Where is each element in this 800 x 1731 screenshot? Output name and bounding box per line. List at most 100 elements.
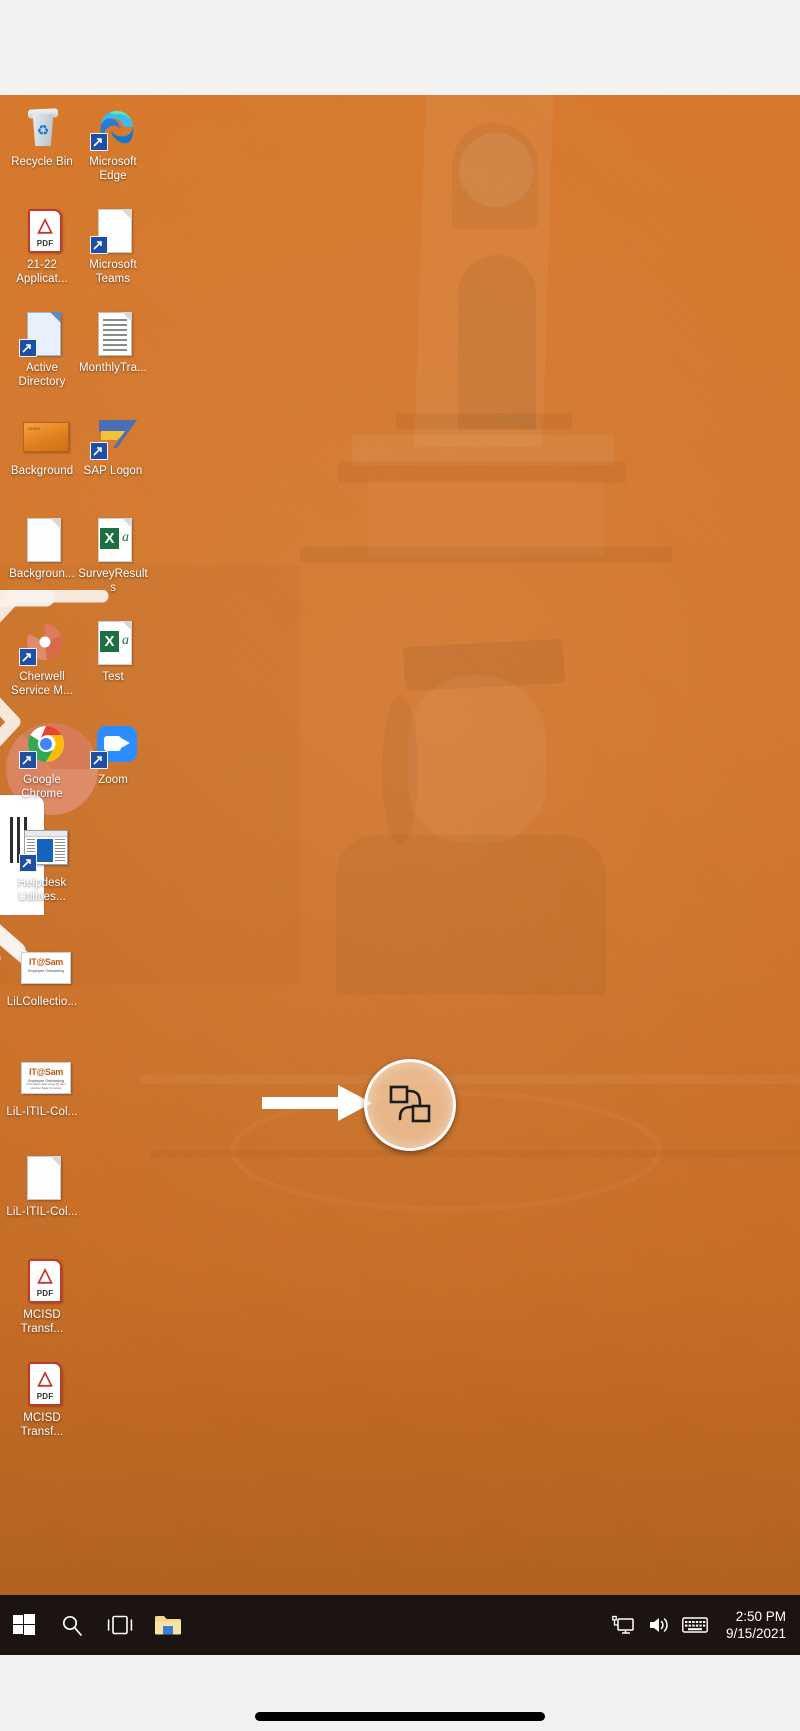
icon-label: Background: [10, 465, 74, 477]
windows-taskbar[interactable]: 2:50 PM 9/15/2021: [0, 1595, 800, 1655]
shortcut-badge-icon: [19, 648, 37, 666]
pdf-file-icon: △ PDF: [19, 208, 65, 254]
windows-desktop[interactable]: ♻ Recycle Bin Microsoft Edge △ PDF 21-22…: [0, 95, 800, 1595]
wallpaper-tower-arch: [452, 123, 538, 229]
desktop-icon-test[interactable]: Xa Test: [77, 620, 149, 685]
desktop-icon-lil-itil-collection-1[interactable]: IT@Sam Employee Onboarding Information T…: [6, 1055, 78, 1120]
keyboard-tray-icon[interactable]: [682, 1612, 708, 1638]
desktop-icon-sap-logon[interactable]: SAP Logon: [77, 414, 149, 479]
sap-logon-icon: [90, 414, 137, 460]
wallpaper-graduation-cap: [402, 638, 566, 692]
wallpaper-graduate-face: [408, 675, 546, 843]
phone-status-strip: [0, 0, 800, 95]
keyboard-icon: [682, 1617, 708, 1633]
wallpaper-bottom-shade: [0, 1275, 800, 1595]
itsam-sub: Employee Onboarding: [28, 969, 64, 973]
desktop-icon-lil-collection[interactable]: IT@Sam Employee Onboarding LiLCollectio.…: [6, 945, 78, 1010]
shortcut-badge-icon: [90, 751, 108, 769]
task-view-switch-icon: [389, 1085, 431, 1123]
desktop-icon-background-image[interactable]: SHSU Background: [6, 414, 78, 479]
shortcut-badge-icon: [19, 751, 37, 769]
windows-logo-icon: [13, 1614, 35, 1635]
shortcut-badge-icon: [90, 236, 108, 254]
desktop-icon-zoom[interactable]: Zoom: [77, 723, 149, 788]
wallpaper-ledge: [300, 547, 672, 563]
taskbar-buttons: [0, 1595, 192, 1655]
icon-label: MonthlyTra...: [79, 362, 147, 374]
desktop-icon-microsoft-teams[interactable]: Microsoft Teams: [77, 208, 149, 286]
desktop-icon-cherwell-service-management[interactable]: Cherwell Service M...: [6, 620, 78, 698]
taskbar-clock[interactable]: 2:50 PM 9/15/2021: [718, 1608, 796, 1642]
desktop-icon-active-directory[interactable]: Active Directory: [6, 311, 78, 389]
blue-document-icon: [19, 311, 65, 357]
wallpaper-tower-lower-arch: [458, 255, 536, 430]
google-chrome-icon: [19, 723, 65, 769]
monitor-network-icon: [612, 1615, 634, 1634]
icon-label: SAP Logon: [83, 465, 143, 477]
zoom-app-icon: [90, 723, 137, 769]
phone-screen: ♻ Recycle Bin Microsoft Edge △ PDF 21-22…: [0, 0, 800, 1731]
shortcut-badge-icon: [90, 442, 108, 460]
icon-label: Backgroun...: [9, 568, 75, 580]
start-button[interactable]: [0, 1595, 48, 1655]
wallpaper-cornice-2: [338, 461, 626, 483]
task-view-icon: [107, 1615, 133, 1635]
it-at-sam-icon: IT@Sam Employee Onboarding: [19, 945, 71, 991]
icon-label: LiLCollectio...: [6, 996, 78, 1008]
search-icon: [62, 1615, 82, 1636]
task-view-highlight-circle[interactable]: [364, 1059, 456, 1151]
desktop-icon-recycle-bin[interactable]: ♻ Recycle Bin: [6, 105, 78, 170]
desktop-icon-helpdesk-utilities[interactable]: Helpdesk Utilities...: [6, 826, 78, 904]
icon-label: LiL-ITIL-Col...: [6, 1106, 78, 1118]
volume-tray-icon[interactable]: [646, 1612, 672, 1638]
desktop-icon-lil-itil-collection-2[interactable]: LiL-ITIL-Col...: [6, 1155, 78, 1220]
desktop-icon-google-chrome[interactable]: Google Chrome: [6, 723, 78, 801]
icon-label: MCISD Transf...: [20, 1309, 64, 1335]
desktop-icon-background-doc[interactable]: Backgroun...: [6, 517, 78, 582]
search-button[interactable]: [48, 1595, 96, 1655]
network-tray-icon[interactable]: [610, 1612, 636, 1638]
helpdesk-window-icon: [19, 826, 68, 872]
pdf-file-icon: △ PDF: [19, 1361, 65, 1407]
icon-label: Recycle Bin: [11, 156, 73, 168]
wallpaper-face-shadow: [382, 695, 418, 845]
desktop-icon-microsoft-edge[interactable]: Microsoft Edge: [77, 105, 149, 183]
task-view-button[interactable]: [96, 1595, 144, 1655]
microsoft-edge-icon: [90, 105, 136, 151]
clock-date: 9/15/2021: [725, 1626, 786, 1641]
desktop-icon-mcisd-transcript-2[interactable]: △ PDF MCISD Transf...: [6, 1361, 78, 1439]
excel-file-icon: Xa: [90, 620, 136, 666]
pdf-file-icon: △ PDF: [19, 1258, 65, 1304]
excel-file-icon: Xa: [90, 517, 136, 563]
icon-label: Microsoft Teams: [89, 259, 137, 285]
desktop-icon-survey-results[interactable]: Xa SurveyResults: [77, 517, 149, 595]
wallpaper-railing-2: [150, 1150, 800, 1157]
itsam-brand: IT@Sam: [29, 957, 63, 967]
shortcut-badge-icon: [90, 133, 108, 151]
home-indicator[interactable]: [255, 1712, 545, 1721]
itsam-brand: IT@Sam: [29, 1067, 63, 1077]
icon-label: Active Directory: [18, 362, 66, 388]
desktop-icon-mcisd-transcript-1[interactable]: △ PDF MCISD Transf...: [6, 1258, 78, 1336]
itsam-sub2: Information Technology @ Sam Houston Sta…: [26, 1082, 66, 1090]
icon-label: Test: [102, 671, 124, 683]
it-at-sam-icon: IT@Sam Employee Onboarding Information T…: [19, 1055, 71, 1101]
wallpaper-graduate-gown: [336, 835, 606, 995]
desktop-icon-21-22-application[interactable]: △ PDF 21-22 Applicat...: [6, 208, 78, 286]
document-icon: [19, 1155, 65, 1201]
recycle-bin-icon: ♻: [19, 105, 65, 151]
file-explorer-button[interactable]: [144, 1595, 192, 1655]
icon-label: LiL-ITIL-Col...: [6, 1206, 78, 1218]
wallpaper-tower-cap: [396, 413, 572, 429]
icon-label: SurveyResults: [78, 568, 148, 594]
shortcut-badge-icon: [19, 854, 37, 872]
image-thumbnail-icon: SHSU: [19, 414, 69, 460]
document-icon: [90, 208, 136, 254]
system-tray: 2:50 PM 9/15/2021: [610, 1608, 800, 1642]
icon-label: Google Chrome: [21, 774, 63, 800]
cherwell-icon: [19, 620, 65, 666]
desktop-icon-monthly-tracker[interactable]: MonthlyTra...: [77, 311, 149, 376]
wallpaper-tower-body: [414, 95, 554, 447]
icon-label: Cherwell Service M...: [11, 671, 73, 697]
wallpaper-plinth: [368, 481, 604, 555]
